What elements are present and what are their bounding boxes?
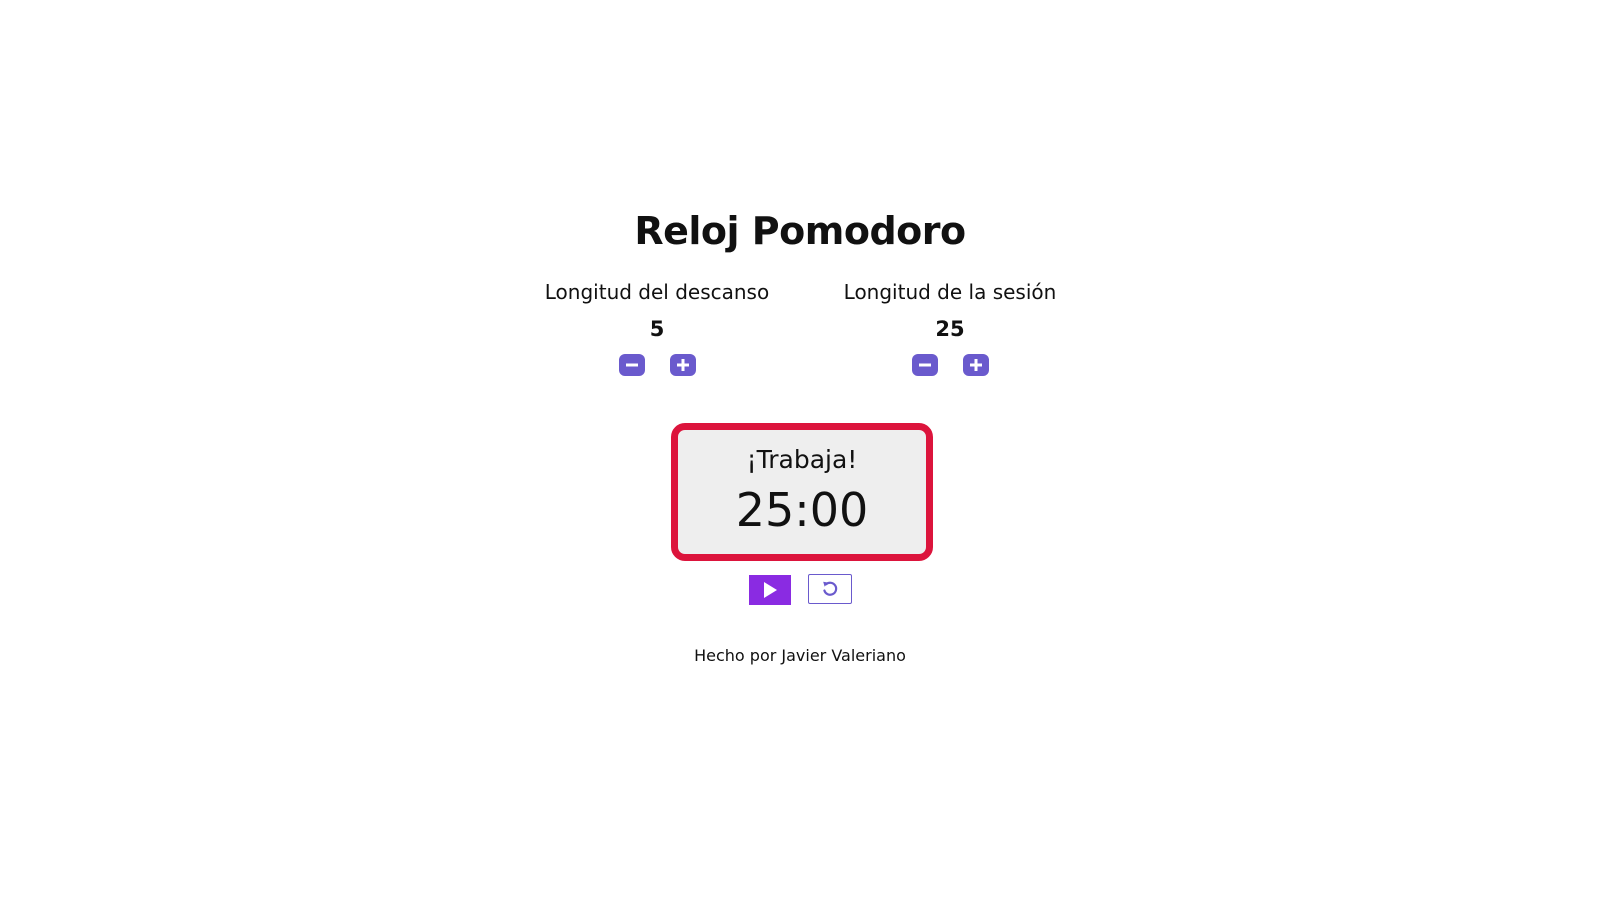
footer-credit: Hecho por Javier Valeriano xyxy=(694,646,906,665)
play-icon xyxy=(761,581,779,599)
break-length-label: Longitud del descanso xyxy=(544,280,770,304)
break-length-value: 5 xyxy=(649,317,665,341)
session-length-value: 25 xyxy=(935,317,965,341)
time-left: 25:00 xyxy=(735,483,869,537)
break-increment-button[interactable] xyxy=(669,354,696,376)
minus-icon xyxy=(918,358,932,372)
session-length-setting: Longitud de la sesión 25 xyxy=(800,278,1100,376)
reset-button[interactable] xyxy=(808,574,852,604)
session-length-controls xyxy=(800,354,1100,376)
session-increment-button[interactable] xyxy=(962,354,989,376)
break-decrement-button[interactable] xyxy=(618,354,645,376)
break-length-controls xyxy=(507,354,807,376)
plus-icon xyxy=(676,358,690,372)
session-length-label: Longitud de la sesión xyxy=(843,280,1057,304)
page-title: Reloj Pomodoro xyxy=(634,209,966,253)
timer-display: ¡Trabaja! 25:00 xyxy=(671,423,933,561)
timer-label: ¡Trabaja! xyxy=(746,445,858,474)
plus-icon xyxy=(969,358,983,372)
start-stop-button[interactable] xyxy=(749,575,791,605)
session-decrement-button[interactable] xyxy=(911,354,938,376)
reset-icon xyxy=(821,580,839,598)
minus-icon xyxy=(625,358,639,372)
break-length-setting: Longitud del descanso 5 xyxy=(507,278,807,376)
